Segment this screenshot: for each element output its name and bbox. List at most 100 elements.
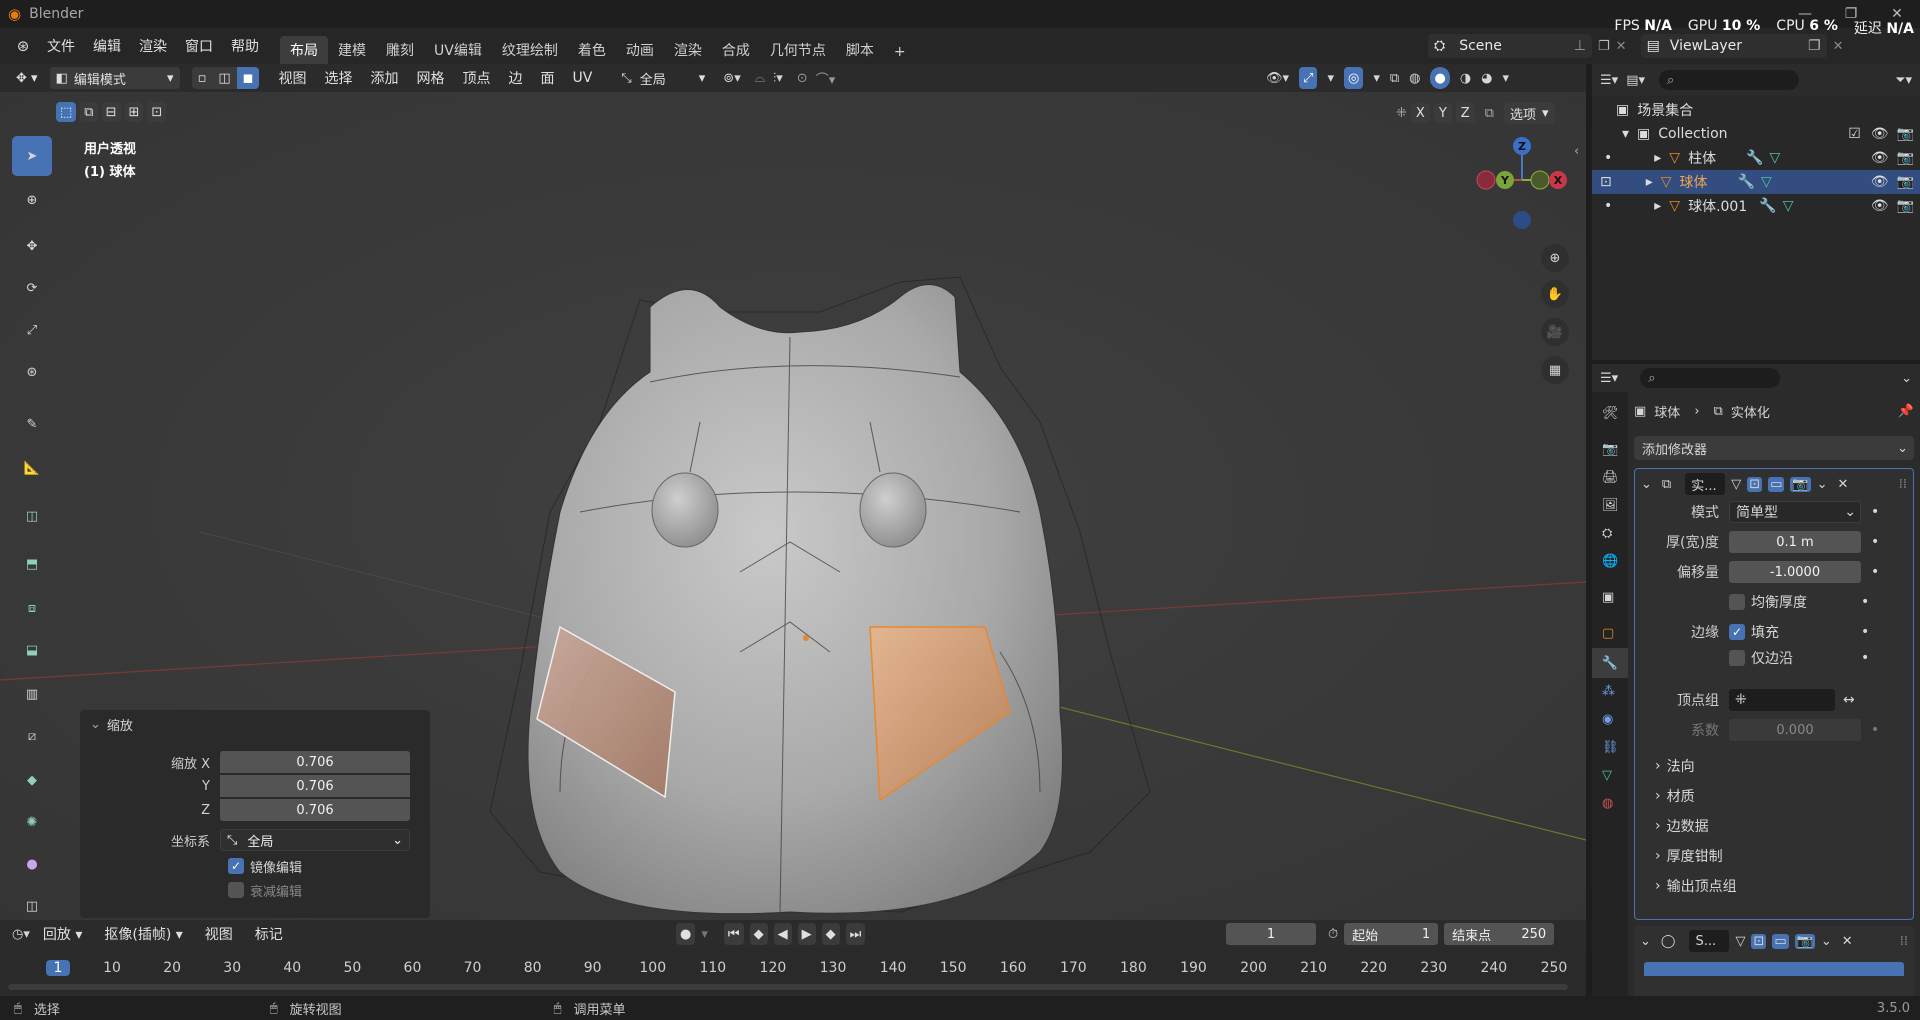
select-mode-intersect-icon[interactable]: ⊡: [147, 102, 167, 122]
output-tab-icon[interactable]: 🖨: [1602, 470, 1619, 485]
menu-vertex[interactable]: 顶点: [453, 68, 499, 88]
pan-hand-icon[interactable]: ✋: [1541, 280, 1569, 308]
drag-handle-icon[interactable]: ⁞⁞: [1899, 477, 1907, 492]
rotate-tool-icon[interactable]: ⟳: [12, 268, 52, 308]
modifier-wrench-icon[interactable]: 🔧: [1738, 174, 1755, 190]
filter-icon[interactable]: ⏷▾: [1895, 73, 1912, 88]
collection-row[interactable]: ▾ ▣ Collection ☑ 👁 📷: [1592, 122, 1920, 146]
offset-field[interactable]: -1.0000: [1729, 561, 1861, 583]
tab-scripting[interactable]: 脚本: [836, 36, 884, 64]
edge-select-button[interactable]: ◫: [212, 67, 237, 89]
start-frame-field[interactable]: 起始 1: [1344, 923, 1439, 945]
vertex-select-button[interactable]: ▫: [191, 67, 213, 89]
spin-tool-icon[interactable]: ✺: [12, 802, 52, 842]
keyframe-dot-icon[interactable]: •: [1861, 650, 1869, 666]
render-toggle-icon[interactable]: 📷: [1790, 476, 1811, 492]
timeline-scrollbar[interactable]: [8, 984, 1568, 990]
auto-merge-icon[interactable]: ⁜: [1396, 106, 1407, 121]
vertex-group-field[interactable]: ⁜: [1729, 689, 1835, 711]
add-cube-tool-icon[interactable]: ◫: [12, 496, 52, 536]
section-thickness-clamp[interactable]: › 厚度钳制: [1635, 843, 1920, 869]
scene-collection-row[interactable]: ▣ 场景集合: [1592, 98, 1920, 122]
bevel-tool-icon[interactable]: ⬓: [12, 630, 52, 670]
eye-icon[interactable]: 👁: [1871, 150, 1889, 166]
even-thickness-checkbox[interactable]: [1729, 594, 1745, 610]
section-normals[interactable]: › 法向: [1635, 753, 1920, 779]
render-toggle-icon[interactable]: 📷: [1794, 933, 1815, 949]
viewport-toggle-icon[interactable]: ▭: [1768, 476, 1785, 492]
mirror-y-button[interactable]: Y: [1433, 103, 1452, 123]
subdivision-type-tabs[interactable]: [1644, 962, 1904, 976]
keyframe-dot-icon[interactable]: •: [1861, 624, 1869, 640]
properties-editor-icon[interactable]: ☰▾: [1600, 371, 1618, 386]
mode-dropdown[interactable]: 简单型 ⌄: [1729, 501, 1861, 523]
select-box-tool-icon[interactable]: ➤: [12, 136, 52, 176]
select-mode-invert-icon[interactable]: ⊞: [124, 102, 144, 122]
mirror-edit-checkbox[interactable]: ✓: [228, 858, 244, 874]
render-tab-icon[interactable]: 📷: [1602, 442, 1618, 457]
edit-mode-indicator-icon[interactable]: ⊡: [1600, 174, 1612, 190]
orientation-dropdown[interactable]: ⤡ 全局 ⌄: [220, 829, 410, 851]
gizmo-toggle-icon[interactable]: ⤢: [1299, 67, 1318, 89]
mesh-data-icon[interactable]: ▽: [1783, 198, 1794, 214]
select-mode-new-icon[interactable]: ⬚: [56, 102, 77, 122]
blender-menu-icon[interactable]: ⊛: [8, 37, 38, 55]
material-tab-icon[interactable]: ◍: [1602, 796, 1613, 811]
xray-icon[interactable]: ⧉: [1390, 71, 1399, 86]
menu-edit[interactable]: 编辑: [84, 36, 130, 56]
scale-x-field[interactable]: 0.706: [220, 751, 410, 773]
section-materials[interactable]: › 材质: [1635, 783, 1920, 809]
smooth-tool-icon[interactable]: ●: [12, 844, 52, 884]
navigation-gizmo[interactable]: Z Y X: [1470, 132, 1580, 242]
edit-cage-icon[interactable]: ▽: [1731, 477, 1741, 492]
drag-handle-icon[interactable]: ⁞⁞: [1900, 934, 1908, 949]
select-mode-subtract-icon[interactable]: ⊟: [101, 102, 121, 122]
keyframe-dot-icon[interactable]: •: [1871, 722, 1879, 738]
gizmo-menu-icon[interactable]: ▾: [1327, 71, 1334, 86]
section-edge-data[interactable]: › 边数据: [1635, 813, 1920, 839]
eye-icon[interactable]: 👁: [1871, 198, 1889, 214]
modifier-wrench-icon[interactable]: 🔧: [1746, 150, 1763, 166]
topology-mirror-icon[interactable]: ⧉: [1485, 106, 1494, 121]
mirror-x-button[interactable]: X: [1410, 103, 1430, 123]
menu-view[interactable]: 视图: [269, 68, 315, 88]
pin-icon[interactable]: ⊥: [1574, 38, 1586, 54]
prev-keyframe-icon[interactable]: ◆: [749, 923, 768, 945]
end-frame-field[interactable]: 结束点 250: [1444, 923, 1555, 945]
keying-menu[interactable]: 抠像(插帧) ▾: [95, 924, 191, 944]
menu-edge[interactable]: 边: [499, 68, 531, 88]
outliner-item-sphere[interactable]: ⊡ ▸ ▽ 球体 🔧 ▽ 👁 📷: [1592, 170, 1920, 194]
face-select-button[interactable]: ◼: [236, 67, 260, 89]
tab-modeling[interactable]: 建模: [328, 36, 376, 64]
snap-icon[interactable]: ⌓: [755, 71, 765, 86]
overlay-toggle-icon[interactable]: ◎: [1343, 67, 1364, 89]
scale-y-field[interactable]: 0.706: [220, 775, 410, 797]
solid-shading-icon[interactable]: ●: [1430, 67, 1450, 89]
move-tool-icon[interactable]: ✥: [12, 226, 52, 266]
playback-menu[interactable]: 回放 ▾: [34, 924, 91, 944]
visibility-icon[interactable]: 👁▾: [1266, 71, 1289, 86]
camera-icon[interactable]: 📷: [1897, 150, 1914, 166]
camera-icon[interactable]: 📷: [1897, 198, 1914, 214]
editor-type-button[interactable]: ✥ ▾: [10, 67, 44, 89]
outliner-item-sphere-001[interactable]: • ▸ ▽ 球体.001 🔧 ▽ 👁 📷: [1592, 194, 1920, 218]
proportional-edit-checkbox[interactable]: [228, 882, 244, 898]
menu-file[interactable]: 文件: [38, 36, 84, 56]
mesh-data-icon[interactable]: ▽: [1770, 150, 1781, 166]
proportional-edit-icon[interactable]: ⊙: [797, 71, 808, 86]
extrude-tool-icon[interactable]: ⬒: [12, 544, 52, 584]
sidebar-toggle-icon[interactable]: ‹: [1574, 144, 1579, 159]
scene-selector[interactable]: ⛭ Scene ⊥: [1428, 34, 1592, 58]
eye-icon[interactable]: 👁: [1871, 126, 1889, 142]
record-menu-icon[interactable]: ▾: [701, 927, 708, 942]
remove-scene-icon[interactable]: ✕: [1616, 39, 1627, 54]
clock-editor-icon[interactable]: ◷▾: [12, 927, 30, 942]
editmode-toggle-icon[interactable]: ⊡: [1747, 476, 1763, 492]
edit-cage-icon[interactable]: ▽: [1735, 934, 1745, 949]
loop-cut-tool-icon[interactable]: ▥: [12, 674, 52, 714]
copy-view-layer-icon[interactable]: ❐: [1808, 38, 1821, 54]
select-mode-extend-icon[interactable]: ⧉: [80, 102, 98, 122]
options-button[interactable]: 选项 ▾: [1503, 102, 1555, 124]
chevron-down-icon[interactable]: ⌄: [90, 717, 101, 732]
scale-z-field[interactable]: 0.706: [220, 799, 410, 821]
